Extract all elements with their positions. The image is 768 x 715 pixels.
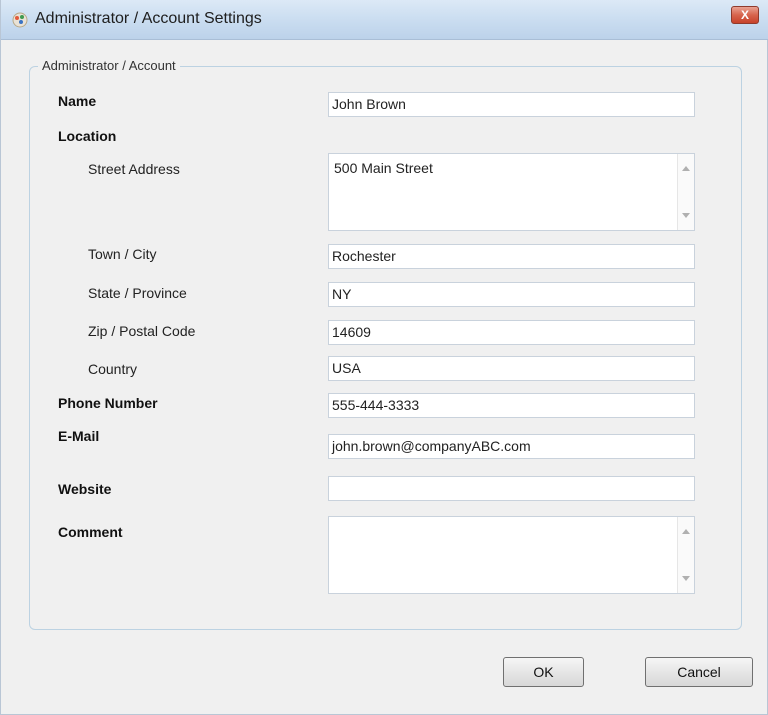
phone-number-label: Phone Number bbox=[58, 395, 158, 411]
title-bar[interactable]: Administrator / Account Settings X bbox=[1, 0, 768, 40]
town-city-label: Town / City bbox=[88, 246, 157, 262]
state-province-field[interactable]: NY bbox=[328, 282, 695, 307]
street-address-scrollbar[interactable] bbox=[677, 154, 694, 230]
ok-button[interactable]: OK bbox=[503, 657, 584, 687]
close-icon: X bbox=[740, 8, 749, 22]
comment-label: Comment bbox=[58, 524, 123, 540]
app-icon bbox=[11, 11, 29, 29]
name-label: Name bbox=[58, 93, 97, 109]
comment-field[interactable] bbox=[328, 516, 695, 594]
street-address-value: 500 Main Street bbox=[334, 160, 433, 176]
email-label: E-Mail bbox=[58, 428, 100, 444]
email-field[interactable]: john.brown@companyABC.com bbox=[328, 434, 695, 459]
country-label: Country bbox=[88, 361, 138, 377]
scroll-up-icon[interactable] bbox=[682, 166, 690, 171]
zip-postal-code-field[interactable]: 14609 bbox=[328, 320, 695, 345]
name-field[interactable]: John Brown bbox=[328, 92, 695, 117]
close-button[interactable]: X bbox=[731, 6, 759, 24]
website-label: Website bbox=[58, 481, 112, 497]
scroll-down-icon[interactable] bbox=[682, 576, 690, 581]
state-province-label: State / Province bbox=[88, 285, 187, 301]
settings-dialog: Administrator / Account Settings X Admin… bbox=[0, 0, 768, 715]
window-title: Administrator / Account Settings bbox=[35, 10, 262, 27]
phone-number-field[interactable]: 555-444-3333 bbox=[328, 393, 695, 418]
street-address-field[interactable]: 500 Main Street bbox=[328, 153, 695, 231]
town-city-field[interactable]: Rochester bbox=[328, 244, 695, 269]
cancel-button[interactable]: Cancel bbox=[645, 657, 753, 687]
scroll-down-icon[interactable] bbox=[682, 213, 690, 218]
group-legend: Administrator / Account bbox=[38, 58, 180, 73]
website-field[interactable] bbox=[328, 476, 695, 501]
scroll-up-icon[interactable] bbox=[682, 529, 690, 534]
location-label: Location bbox=[58, 128, 117, 144]
zip-postal-code-label: Zip / Postal Code bbox=[88, 323, 196, 339]
street-address-label: Street Address bbox=[88, 161, 180, 177]
comment-scrollbar[interactable] bbox=[677, 517, 694, 593]
country-field[interactable]: USA bbox=[328, 356, 695, 381]
